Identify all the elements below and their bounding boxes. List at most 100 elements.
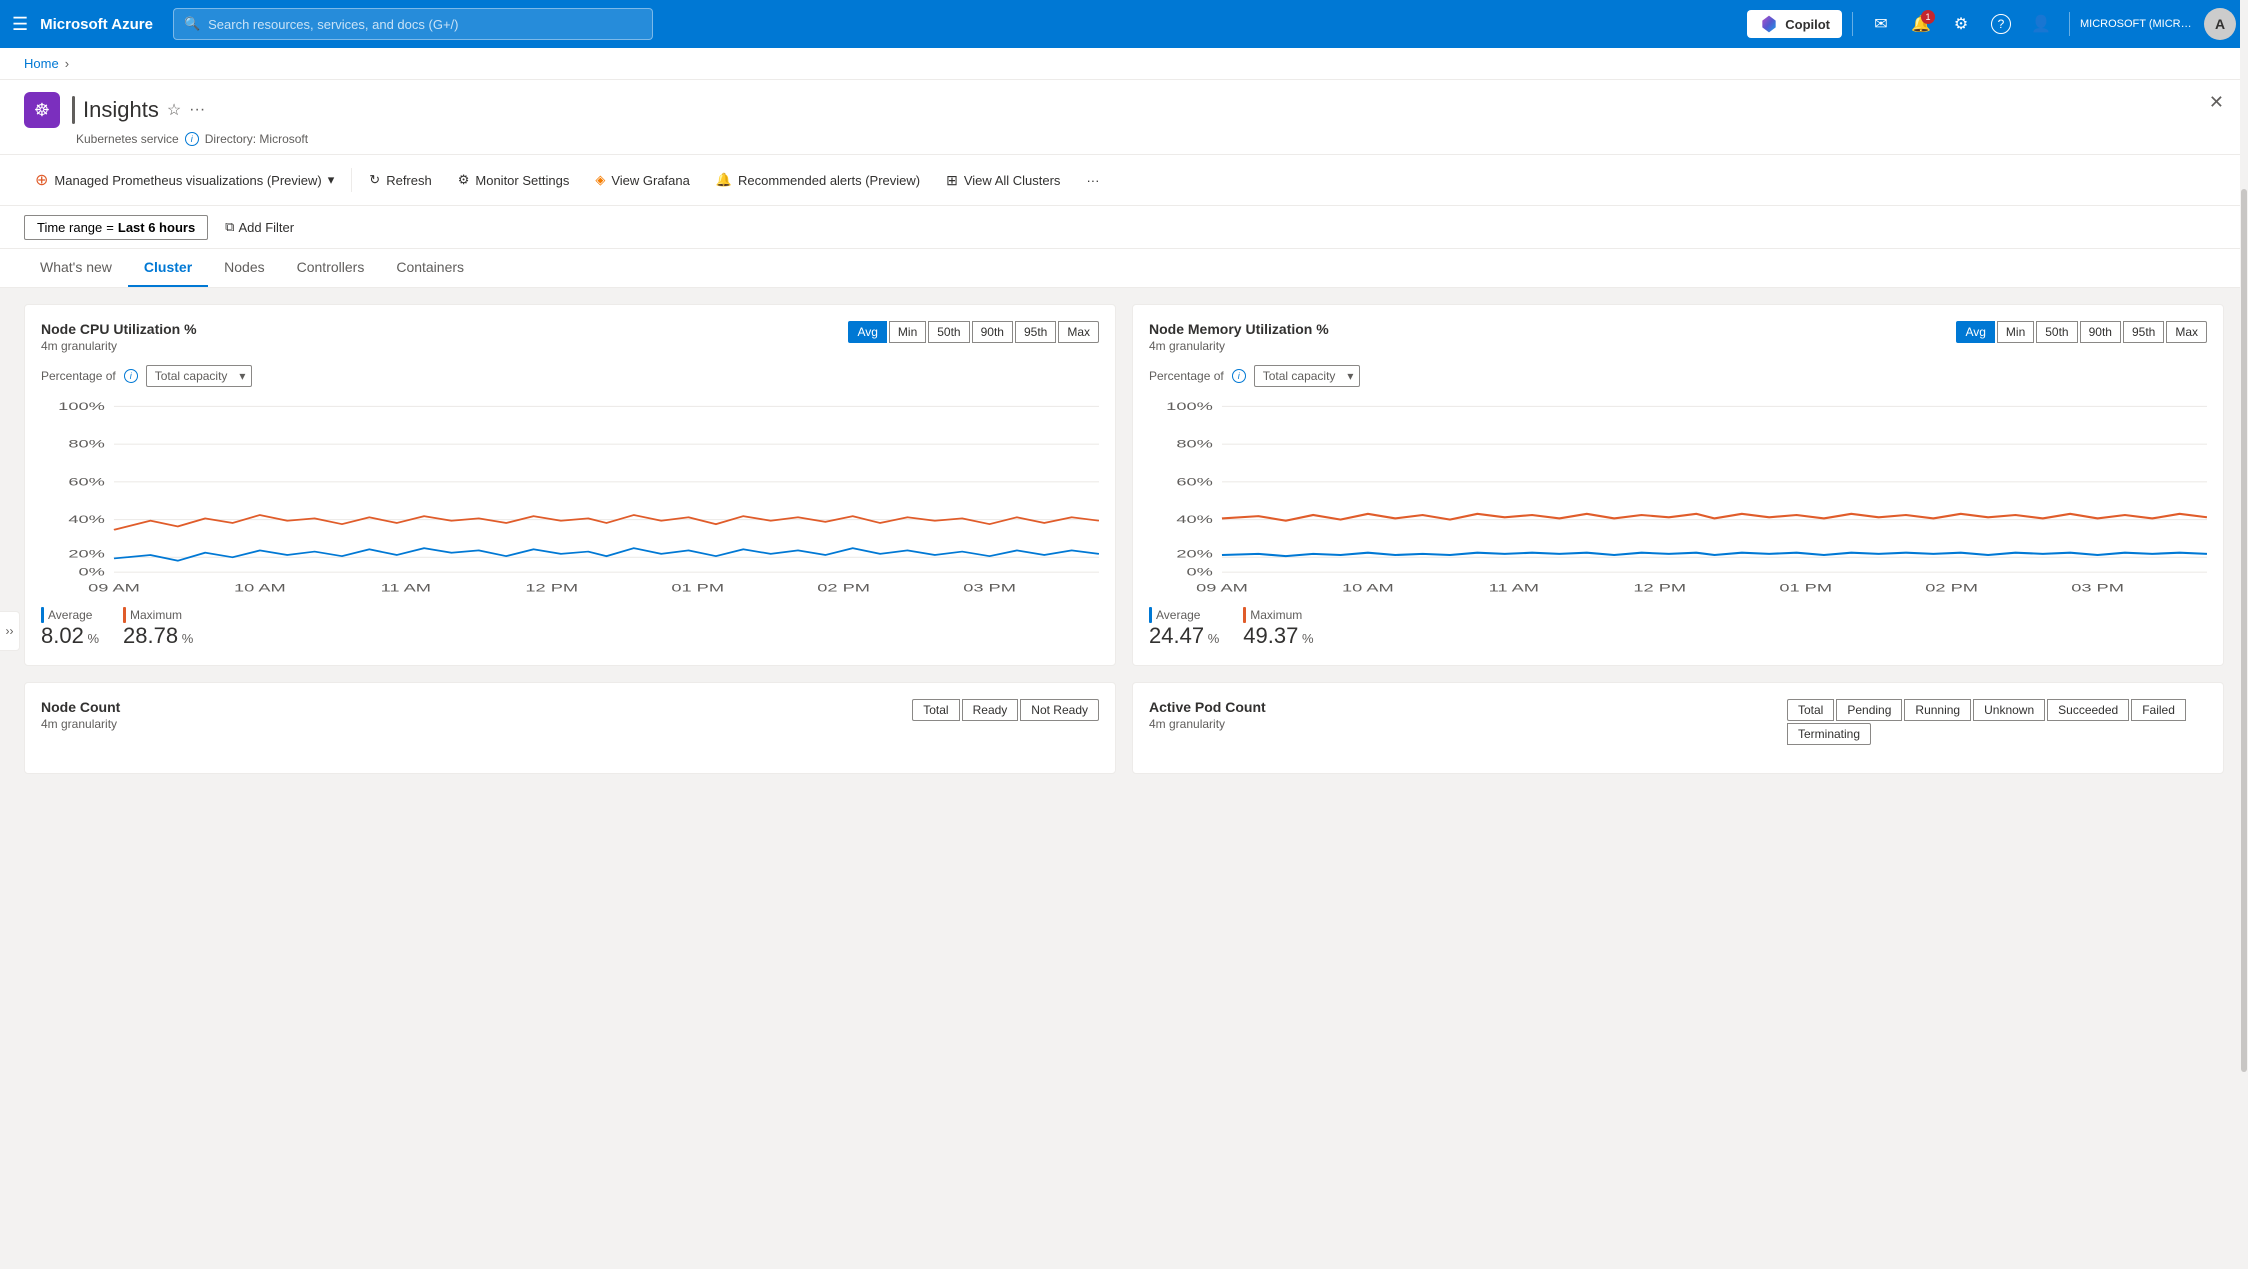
cpu-chart-title-area: Node CPU Utilization % 4m granularity	[41, 321, 197, 353]
memory-max-label: Maximum	[1243, 607, 1313, 623]
memory-percentage-label: Percentage of	[1149, 369, 1224, 383]
svg-text:10 AM: 10 AM	[234, 582, 286, 595]
view-grafana-button[interactable]: ◈ View Grafana	[584, 165, 701, 195]
favorite-button[interactable]: ☆	[167, 100, 181, 120]
time-range-button[interactable]: Time range = Last 6 hours	[24, 215, 208, 240]
svg-text:60%: 60%	[1176, 476, 1213, 489]
managed-prometheus-button[interactable]: ⊕ Managed Prometheus visualizations (Pre…	[24, 163, 345, 197]
memory-max-metric: Maximum 49.37 %	[1243, 607, 1313, 649]
node-not-ready-button[interactable]: Not Ready	[1020, 699, 1099, 721]
user-menu-icon: 👤	[2031, 14, 2051, 34]
filter-bar: Time range = Last 6 hours ⧉ Add Filter	[0, 206, 2248, 249]
pod-unknown-button[interactable]: Unknown	[1973, 699, 2045, 721]
memory-stat-avg[interactable]: Avg	[1956, 321, 1994, 343]
copilot-button[interactable]: Copilot	[1747, 10, 1842, 38]
cpu-chart-granularity: 4m granularity	[41, 339, 197, 353]
node-count-title: Node Count	[41, 699, 120, 715]
cpu-filter-row: Percentage of i Total capacity ▾	[41, 365, 1099, 387]
tab-containers[interactable]: Containers	[380, 249, 480, 287]
filter-icon: ⧉	[225, 219, 234, 235]
cpu-max-value: 28.78	[123, 623, 178, 648]
svg-text:01 PM: 01 PM	[671, 582, 724, 595]
pod-succeeded-button[interactable]: Succeeded	[2047, 699, 2129, 721]
expand-panel-button[interactable]: ››	[0, 611, 20, 651]
memory-info-icon: i	[1232, 369, 1246, 383]
tab-cluster[interactable]: Cluster	[128, 249, 208, 287]
memory-avg-metric: Average 24.47 %	[1149, 607, 1219, 649]
close-button[interactable]: ✕	[2209, 92, 2224, 113]
pod-failed-button[interactable]: Failed	[2131, 699, 2186, 721]
svg-text:12 PM: 12 PM	[1633, 582, 1686, 595]
search-bar[interactable]: 🔍 Search resources, services, and docs (…	[173, 8, 653, 40]
view-all-clusters-button[interactable]: ⊞ View All Clusters	[935, 165, 1071, 196]
dropdown-chevron-icon: ▾	[239, 369, 245, 383]
user-menu-button[interactable]: 👤	[2023, 6, 2059, 42]
pod-count-card: Active Pod Count 4m granularity Total Pe…	[1132, 682, 2224, 774]
memory-capacity-dropdown[interactable]: Total capacity ▾	[1254, 365, 1361, 387]
settings-button[interactable]: ⚙	[1943, 6, 1979, 42]
add-filter-button[interactable]: ⧉ Add Filter	[216, 214, 303, 240]
cpu-stat-90th[interactable]: 90th	[972, 321, 1013, 343]
memory-chart-card: Node Memory Utilization % 4m granularity…	[1132, 304, 2224, 666]
search-icon: 🔍	[184, 16, 200, 32]
svg-text:40%: 40%	[1176, 513, 1213, 526]
title-divider	[72, 96, 75, 124]
user-account-label[interactable]: MICROSOFT (MICROSOFT.ONMI...)	[2080, 18, 2200, 30]
node-count-header: Node Count 4m granularity Total Ready No…	[41, 699, 1099, 731]
cpu-stat-50th[interactable]: 50th	[928, 321, 969, 343]
cpu-avg-unit: %	[87, 631, 99, 646]
memory-stat-min[interactable]: Min	[1997, 321, 2034, 343]
node-count-title-area: Node Count 4m granularity	[41, 699, 120, 731]
svg-text:02 PM: 02 PM	[817, 582, 870, 595]
tab-nodes[interactable]: Nodes	[208, 249, 280, 287]
memory-chart-title: Node Memory Utilization %	[1149, 321, 1329, 337]
cpu-stat-avg[interactable]: Avg	[848, 321, 886, 343]
monitor-settings-button[interactable]: ⚙ Monitor Settings	[447, 165, 581, 195]
topbar-divider2	[2069, 12, 2070, 36]
pod-pending-button[interactable]: Pending	[1836, 699, 1902, 721]
tab-controllers[interactable]: Controllers	[281, 249, 381, 287]
user-avatar[interactable]: A	[2204, 8, 2236, 40]
help-button[interactable]: ?	[1983, 6, 2019, 42]
time-range-value: Last 6 hours	[118, 220, 195, 235]
svg-text:12 PM: 12 PM	[525, 582, 578, 595]
memory-stat-95th[interactable]: 95th	[2123, 321, 2164, 343]
pod-running-button[interactable]: Running	[1904, 699, 1971, 721]
node-total-button[interactable]: Total	[912, 699, 959, 721]
pod-count-header: Active Pod Count 4m granularity Total Pe…	[1149, 699, 2207, 745]
memory-stat-max[interactable]: Max	[2166, 321, 2207, 343]
prometheus-icon: ⊕	[35, 170, 48, 190]
memory-stat-50th[interactable]: 50th	[2036, 321, 2077, 343]
cpu-stat-95th[interactable]: 95th	[1015, 321, 1056, 343]
memory-stat-90th[interactable]: 90th	[2080, 321, 2121, 343]
scrollbar-thumb[interactable]	[2241, 189, 2247, 1072]
cpu-capacity-dropdown[interactable]: Total capacity ▾	[146, 365, 253, 387]
feedback-button[interactable]: ✉	[1863, 6, 1899, 42]
resource-title-row: Insights ☆ ···	[72, 96, 205, 124]
svg-text:80%: 80%	[1176, 438, 1213, 451]
node-count-card: Node Count 4m granularity Total Ready No…	[24, 682, 1116, 774]
refresh-icon: ↻	[369, 172, 380, 188]
refresh-button[interactable]: ↻ Refresh	[358, 165, 442, 195]
more-actions-button[interactable]: ···	[1075, 166, 1110, 195]
svg-text:11 AM: 11 AM	[381, 582, 431, 595]
scrollbar[interactable]	[2240, 0, 2248, 1261]
tab-whats-new[interactable]: What's new	[24, 249, 128, 287]
node-count-granularity: 4m granularity	[41, 717, 120, 731]
resource-more-button[interactable]: ···	[189, 101, 205, 119]
cpu-stat-min[interactable]: Min	[889, 321, 926, 343]
breadcrumb-home[interactable]: Home	[24, 56, 59, 71]
node-ready-button[interactable]: Ready	[962, 699, 1019, 721]
hamburger-menu[interactable]: ☰	[12, 14, 28, 35]
grafana-icon: ◈	[595, 172, 605, 188]
memory-chart-svg: 100% 80% 60% 40% 20% 0% 09 AM 10 AM 11 A…	[1149, 395, 2207, 595]
pod-count-granularity: 4m granularity	[1149, 717, 1266, 731]
cpu-stat-max[interactable]: Max	[1058, 321, 1099, 343]
pod-terminating-button[interactable]: Terminating	[1787, 723, 1871, 745]
memory-chart-header: Node Memory Utilization % 4m granularity…	[1149, 321, 2207, 353]
recommended-alerts-button[interactable]: 🔔 Recommended alerts (Preview)	[705, 165, 931, 195]
pod-total-button[interactable]: Total	[1787, 699, 1834, 721]
brand-label: Microsoft Azure	[40, 16, 153, 33]
cpu-chart-metrics: Average 8.02 % Maximum 28.78 %	[41, 607, 1099, 649]
notifications-button[interactable]: 🔔 1	[1903, 6, 1939, 42]
